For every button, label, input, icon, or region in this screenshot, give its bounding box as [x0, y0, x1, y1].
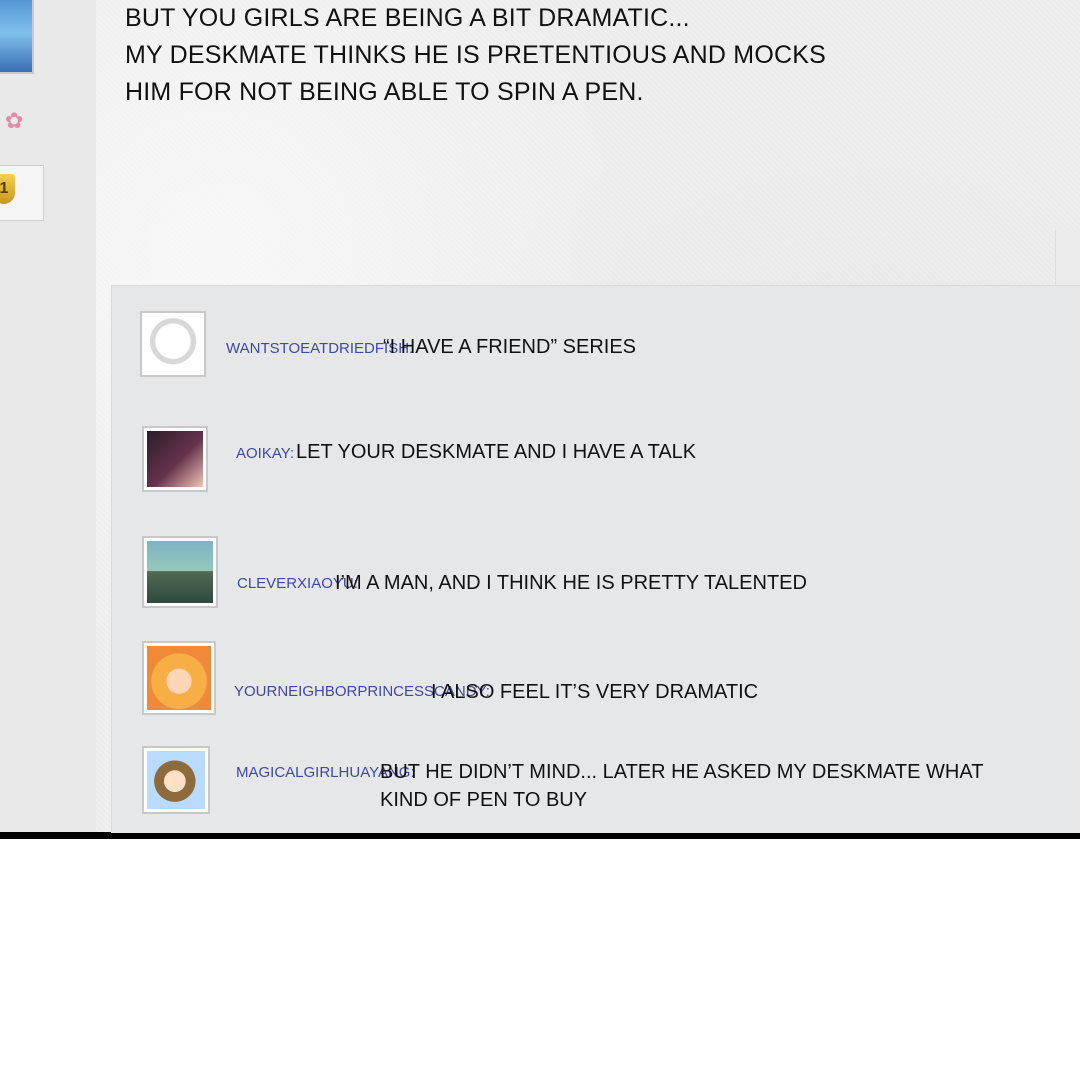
dark-anime-avatar-icon[interactable]: [142, 426, 208, 492]
post-line: BUT YOU GIRLS ARE BEING A BIT DRAMATIC..…: [125, 4, 690, 32]
screenshot-page: ✿ 1 BUT YOU GIRLS ARE BEING A BIT DRAMAT…: [0, 0, 1080, 1080]
user-avatar-icon[interactable]: [0, 0, 34, 74]
comment-item: CLEVERXIAOYU: I’M A MAN, AND I THINK HE …: [112, 536, 1080, 608]
comment-text: LET YOUR DESKMATE AND I HAVE A TALK: [296, 441, 697, 463]
panel-edge: [1055, 230, 1080, 285]
user-sidebar: ✿ 1: [0, 0, 96, 832]
landscape-avatar-icon[interactable]: [142, 536, 218, 608]
comment-text: I’M A MAN, AND I THINK HE IS PRETTY TALE…: [335, 572, 807, 594]
anime-girl-avatar-icon[interactable]: [142, 746, 210, 814]
post-line: HIM FOR NOT BEING ABLE TO SPIN A PEN.: [125, 78, 644, 106]
level-badge: 1: [0, 165, 44, 221]
comment-text: BUT HE DIDN’T MIND... LATER HE ASKED MY …: [380, 761, 984, 811]
comment-username[interactable]: AOIKAY:: [236, 444, 294, 464]
post-content: BUT YOU GIRLS ARE BEING A BIT DRAMATIC..…: [125, 0, 826, 111]
comment-item: YOURNEIGHBORPRINCESSCANDY: I ALSO FEEL I…: [112, 641, 1080, 715]
white-cat-avatar-icon[interactable]: [140, 311, 206, 377]
level-badge-icon: 1: [0, 174, 15, 204]
comment-item: AOIKAY: LET YOUR DESKMATE AND I HAVE A T…: [112, 426, 1080, 496]
post-line: MY DESKMATE THINKS HE IS PRETENTIOUS AND…: [125, 41, 826, 69]
comment-item: MAGICALGIRLHUAYANG: BUT HE DIDN’T MIND..…: [112, 746, 1080, 816]
reply-panel: WANTSTOEATDRIEDFISH: “I HAVE A FRIEND” S…: [111, 285, 1080, 833]
blonde-girl-avatar-icon[interactable]: [142, 641, 216, 715]
comment-text: I ALSO FEEL IT’S VERY DRAMATIC: [431, 681, 759, 703]
comment-item: WANTSTOEATDRIEDFISH: “I HAVE A FRIEND” S…: [112, 311, 1080, 385]
comment-text: “I HAVE A FRIEND” SERIES: [383, 336, 637, 358]
flower-icon: ✿: [5, 109, 24, 134]
